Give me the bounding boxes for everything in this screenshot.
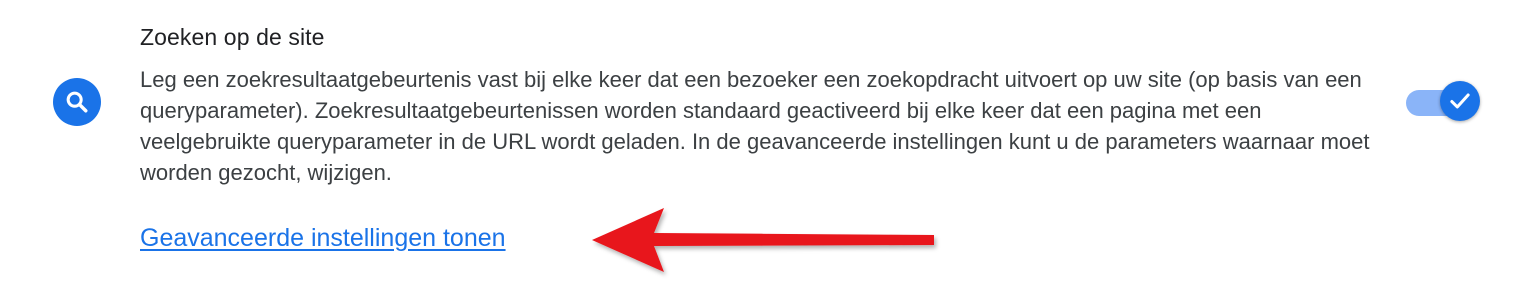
show-advanced-settings-link[interactable]: Geavanceerde instellingen tonen	[140, 224, 506, 253]
site-search-setting-row: Zoeken op de site Leg een zoekresultaatg…	[0, 0, 1536, 298]
search-icon	[53, 78, 101, 126]
check-icon	[1440, 81, 1480, 121]
setting-title: Zoeken op de site	[140, 24, 325, 50]
site-search-toggle[interactable]	[1402, 78, 1486, 126]
setting-description: Leg een zoekresultaatgebeurtenis vast bi…	[140, 67, 1370, 185]
red-arrow-annotation	[592, 208, 934, 272]
